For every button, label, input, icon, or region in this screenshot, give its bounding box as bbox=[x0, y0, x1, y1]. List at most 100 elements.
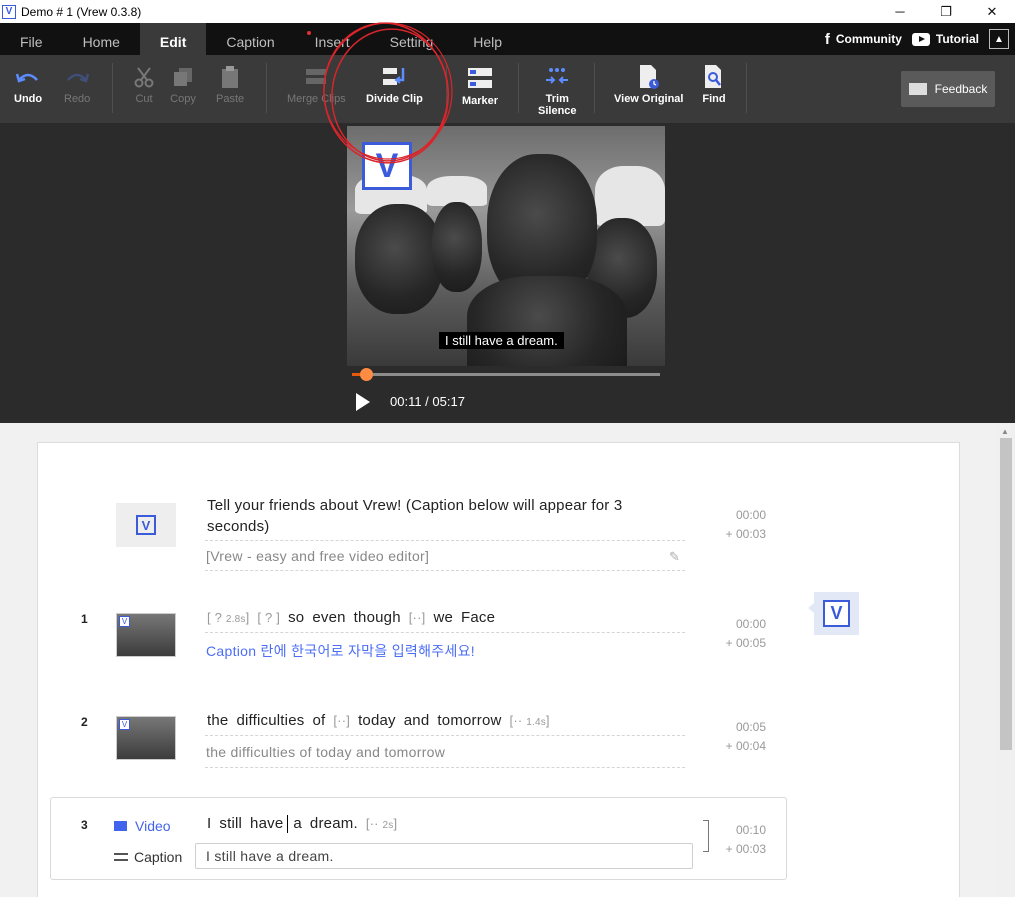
view-original-button[interactable]: View Original bbox=[614, 65, 684, 105]
background-figure bbox=[595, 166, 665, 226]
word[interactable]: so bbox=[288, 609, 304, 626]
trim-label-line2: Silence bbox=[538, 105, 577, 117]
video-preview-area: V I still have a dream. 00:11 / 05:17 bbox=[0, 22, 1015, 423]
duration: + 00:05 bbox=[725, 636, 766, 650]
window-controls: ─ ❐ ✕ bbox=[877, 0, 1015, 23]
background-figure bbox=[432, 202, 482, 292]
word[interactable]: and bbox=[404, 712, 430, 729]
pencil-icon[interactable]: ✎ bbox=[669, 549, 680, 565]
mail-icon bbox=[908, 83, 927, 95]
word[interactable]: though bbox=[354, 609, 401, 626]
menu-home[interactable]: Home bbox=[63, 23, 140, 55]
view-original-label: View Original bbox=[614, 93, 684, 105]
clipboard-icon bbox=[217, 65, 243, 89]
caption-input[interactable] bbox=[195, 843, 693, 869]
close-button[interactable]: ✕ bbox=[969, 0, 1015, 23]
clip-words[interactable]: the difficulties of [··] today and tomorrow [··… bbox=[207, 712, 558, 729]
intro-caption[interactable]: [Vrew - easy and free video editor] bbox=[206, 548, 429, 564]
word[interactable]: Face bbox=[461, 609, 495, 626]
intro-text[interactable]: Tell your friends about Vrew! (Caption b… bbox=[207, 495, 677, 537]
play-icon[interactable] bbox=[356, 393, 370, 411]
silence-tag[interactable]: [··] bbox=[333, 713, 350, 728]
word[interactable]: dream. bbox=[310, 815, 358, 832]
restore-button[interactable]: ❐ bbox=[923, 0, 969, 23]
silence-tag[interactable]: [··] bbox=[409, 610, 426, 625]
window-title: Demo # 1 (Vrew 0.3.8) bbox=[21, 4, 142, 19]
vrew-logo-icon: V bbox=[823, 600, 850, 627]
feedback-label: Feedback bbox=[934, 82, 988, 96]
ribbon-toolbar: Undo Redo Cut Copy Paste Merge Clips Div… bbox=[0, 55, 1015, 123]
find-label: Find bbox=[702, 93, 726, 105]
vrew-logo-icon: V bbox=[119, 616, 130, 627]
document-clock-icon bbox=[636, 65, 662, 89]
word[interactable]: I bbox=[207, 815, 211, 832]
start-time: 00:00 bbox=[735, 617, 766, 631]
clip-thumbnail[interactable]: V bbox=[116, 613, 176, 657]
word[interactable]: a bbox=[293, 815, 302, 832]
caption-placeholder[interactable]: Caption 란에 한국어로 자막을 입력해주세요! bbox=[206, 641, 475, 661]
clip-number: 2 bbox=[81, 715, 88, 729]
copy-icon bbox=[170, 65, 196, 89]
divider bbox=[205, 540, 685, 541]
menu-right-links: f Community Tutorial ▲ bbox=[825, 23, 1009, 55]
clip-number: 1 bbox=[81, 612, 88, 626]
menu-caption[interactable]: Caption bbox=[206, 23, 294, 55]
word[interactable]: still bbox=[219, 815, 242, 832]
word[interactable]: difficulties bbox=[236, 712, 304, 729]
toolbar-divider bbox=[266, 63, 267, 113]
video-label-text: Video bbox=[135, 818, 171, 834]
trim-silence-button[interactable]: Trim Silence bbox=[538, 65, 577, 117]
notification-dot bbox=[306, 31, 311, 35]
clip-number: 3 bbox=[81, 818, 88, 832]
collapse-ribbon-button[interactable]: ▲ bbox=[989, 29, 1009, 49]
minimize-button[interactable]: ─ bbox=[877, 0, 923, 23]
toolbar-divider bbox=[594, 63, 595, 113]
trim-label-line1: Trim bbox=[545, 93, 569, 105]
side-logo-badge[interactable]: V bbox=[814, 592, 859, 635]
scroll-thumb[interactable] bbox=[1000, 438, 1012, 750]
clip-thumbnail[interactable]: V bbox=[116, 716, 176, 760]
copy-button[interactable]: Copy bbox=[170, 65, 196, 105]
clip-words[interactable]: Istill have a dream. [·· 2s] bbox=[207, 815, 405, 834]
playback-progress-bar[interactable] bbox=[352, 368, 660, 381]
menu-file[interactable]: File bbox=[0, 23, 63, 55]
unknown-word-tag[interactable]: [ ? 2.8s] bbox=[207, 610, 249, 625]
clip-caption[interactable]: the difficulties of today and tomorrow bbox=[206, 744, 445, 760]
app-logo-icon: V bbox=[2, 4, 16, 19]
community-link[interactable]: f Community bbox=[825, 31, 902, 48]
undo-icon bbox=[15, 65, 41, 89]
divider bbox=[205, 767, 685, 768]
text-cursor bbox=[287, 815, 289, 834]
word[interactable]: even bbox=[312, 609, 345, 626]
menu-edit[interactable]: Edit bbox=[139, 23, 207, 55]
cut-button[interactable]: Cut bbox=[131, 65, 157, 105]
silence-tag[interactable]: [·· 2s] bbox=[366, 816, 397, 831]
divider bbox=[205, 570, 685, 571]
divider bbox=[205, 735, 685, 736]
word[interactable]: of bbox=[312, 712, 325, 729]
undo-button[interactable]: Undo bbox=[14, 65, 42, 105]
marker-button[interactable]: Marker bbox=[462, 67, 498, 107]
word[interactable]: today bbox=[358, 712, 396, 729]
silence-tag[interactable]: [·· 1.4s] bbox=[510, 713, 550, 728]
word[interactable]: we bbox=[433, 609, 453, 626]
background-figure bbox=[355, 204, 443, 314]
scroll-up-icon[interactable]: ▲ bbox=[1001, 427, 1009, 436]
redo-icon bbox=[64, 65, 90, 89]
scrollbar[interactable]: ▲ bbox=[997, 423, 1015, 897]
find-button[interactable]: Find bbox=[701, 65, 727, 105]
title-bar: V Demo # 1 (Vrew 0.3.8) ─ ❐ ✕ bbox=[0, 0, 1015, 23]
word[interactable]: tomorrow bbox=[437, 712, 501, 729]
paste-button[interactable]: Paste bbox=[216, 65, 244, 105]
word[interactable]: the bbox=[207, 712, 228, 729]
progress-knob[interactable] bbox=[359, 368, 373, 381]
word[interactable]: have bbox=[250, 815, 283, 832]
feedback-button[interactable]: Feedback bbox=[901, 71, 995, 107]
redo-button[interactable]: Redo bbox=[64, 65, 90, 105]
divider bbox=[205, 632, 685, 633]
intro-thumbnail[interactable]: V bbox=[116, 503, 176, 547]
tutorial-link[interactable]: Tutorial bbox=[911, 32, 979, 46]
menu-help[interactable]: Help bbox=[453, 23, 522, 55]
unknown-word-tag[interactable]: [ ? ] bbox=[257, 610, 280, 625]
clip-words[interactable]: [ ? 2.8s] [ ? ] so even though [··] we Face bbox=[207, 609, 503, 626]
